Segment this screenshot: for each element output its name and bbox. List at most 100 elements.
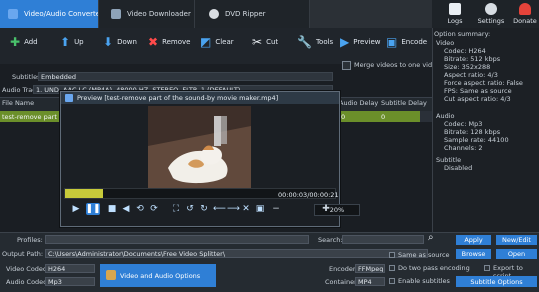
step-back-icon[interactable]: ⟵ (213, 204, 226, 214)
mute-icon[interactable]: ✕ (241, 204, 251, 214)
mark-in-icon[interactable]: ⟲ (135, 204, 145, 214)
summary-subtitle-heading: Subtitle (436, 156, 462, 164)
tab-dvd-ripper[interactable]: DVD Ripper (194, 0, 310, 28)
grid-col-audio-delay[interactable]: Audio Delay (339, 99, 378, 107)
zoom-value: 20% (329, 206, 345, 214)
audio-codec-select[interactable]: Mp3 (45, 277, 95, 286)
play-icon[interactable]: ▶ (71, 204, 81, 214)
summary-audio-item: Codec: Mp3 (444, 120, 483, 128)
video-codec-value: H264 (48, 265, 66, 273)
preview-window: Preview [test-remove part of the sound-b… (60, 91, 360, 227)
down-button[interactable]: ⬇ Down (103, 32, 137, 52)
summary-video-heading: Video (436, 39, 455, 47)
settings-button[interactable]: Settings (474, 0, 508, 28)
video-frame-image (148, 106, 251, 192)
same-as-source-label: Same as source (398, 251, 450, 259)
rewind-icon[interactable]: ◀ (121, 204, 131, 214)
encode-button[interactable]: ▣ Encode (386, 32, 427, 52)
export-script-checkbox[interactable] (484, 265, 490, 271)
snapshot-icon[interactable]: ▣ (255, 204, 265, 214)
clear-label: Clear (215, 38, 234, 46)
video-codec-select[interactable]: H264 (45, 264, 95, 273)
tools-label: Tools (315, 38, 334, 46)
cut-button[interactable]: ✂ Cut (252, 32, 278, 52)
arrow-down-icon: ⬇ (103, 35, 114, 49)
preview-title: Preview [test-remove part of the sound-b… (77, 94, 279, 102)
browse-label: Browse (461, 250, 486, 258)
tools-button[interactable]: 🔧 Tools (297, 32, 333, 52)
logs-button[interactable]: Logs (438, 0, 472, 28)
play-icon: ▶ (340, 35, 350, 49)
cut-label: Cut (266, 38, 279, 46)
skip-forward-icon[interactable]: ↻ (199, 204, 209, 214)
skip-back-icon[interactable]: ↺ (185, 204, 195, 214)
preview-progress-fill (65, 189, 103, 198)
summary-title: Option summary: (434, 30, 491, 38)
zoom-in-icon[interactable]: ✚ (321, 204, 331, 214)
encoder-select[interactable]: FFMpeg (355, 264, 385, 273)
profiles-select[interactable] (45, 235, 309, 244)
pause-button[interactable]: ❚❚ (85, 203, 101, 215)
summary-subtitle-item: Disabled (444, 164, 473, 172)
clear-button[interactable]: ◩ Clear (200, 32, 234, 52)
browse-button[interactable]: Browse (456, 249, 491, 259)
apply-button[interactable]: Apply (456, 235, 491, 245)
output-path-input[interactable]: C:\Users\Administrator\Documents\Free Vi… (45, 249, 428, 258)
preview-button[interactable]: ▶ Preview (340, 32, 380, 52)
summary-audio-item: Bitrate: 128 kbps (444, 128, 501, 136)
remove-button[interactable]: ✖ Remove (148, 32, 190, 52)
same-as-source-checkbox[interactable] (389, 252, 395, 258)
container-select[interactable]: MP4 (355, 277, 385, 286)
fullscreen-icon[interactable]: ⛶ (171, 204, 181, 214)
donate-button[interactable]: Donate (508, 0, 539, 28)
summary-audio-list: Codec: Mp3 Bitrate: 128 kbps Sample rate… (444, 120, 509, 152)
enable-subtitles-label: Enable subtitles (398, 277, 450, 285)
enable-subtitles-checkbox[interactable] (389, 278, 395, 284)
up-button[interactable]: ⬆ Up (60, 32, 84, 52)
add-label: Add (24, 38, 38, 46)
downloader-icon (111, 9, 121, 19)
tab-video-downloader[interactable]: Video Downloader (98, 0, 208, 28)
summary-video-item: FPS: Same as source (444, 87, 512, 95)
video-converter-icon (8, 9, 18, 19)
new-edit-label: New/Edit (502, 236, 531, 244)
search-icon[interactable]: ⌕ (428, 233, 438, 243)
row-audio-delay: 0 (341, 113, 346, 121)
tab-label: DVD Ripper (225, 10, 266, 18)
stop-icon[interactable]: ■ (107, 204, 117, 214)
row-subtitle-delay: 0 (381, 113, 386, 121)
grid-col-file-name[interactable]: File Name (2, 99, 34, 107)
new-edit-button[interactable]: New/Edit (496, 235, 537, 245)
subtitles-select[interactable]: Embedded (38, 72, 333, 81)
preview-titlebar[interactable]: Preview [test-remove part of the sound-b… (61, 92, 339, 104)
open-label: Open (507, 250, 526, 258)
search-input[interactable] (342, 235, 424, 244)
apply-label: Apply (464, 236, 483, 244)
two-pass-checkbox[interactable] (389, 265, 395, 271)
preview-label: Preview (353, 38, 381, 46)
summary-video-item: Size: 352x288 (444, 63, 491, 71)
merge-label: Merge videos to one video (354, 61, 441, 69)
open-button[interactable]: Open (496, 249, 537, 259)
dvd-icon (209, 9, 219, 19)
subtitles-value: Embedded (41, 73, 76, 81)
encode-icon: ▣ (386, 35, 398, 49)
summary-video-item: Force aspect ratio: False (444, 79, 523, 87)
step-forward-icon[interactable]: ⟶ (227, 204, 240, 214)
pause-icon: ❚❚ (85, 204, 101, 214)
two-pass-label: Do two pass encoding (398, 264, 470, 272)
audio-codec-label: Audio Codec: (6, 278, 49, 286)
subtitle-options-button[interactable]: Subtitle Options (456, 276, 537, 287)
arrow-up-icon: ⬆ (60, 35, 71, 49)
video-audio-options-button[interactable]: Video and Audio Options (100, 264, 216, 287)
remove-label: Remove (162, 38, 191, 46)
mark-out-icon[interactable]: ⟳ (149, 204, 159, 214)
zoom-out-icon[interactable]: − (271, 204, 281, 214)
add-button[interactable]: ✚ Add (10, 32, 38, 52)
grid-col-subtitle-delay[interactable]: Subtitle Delay (381, 99, 427, 107)
tab-video-audio-converter[interactable]: Video/Audio Converter (0, 0, 106, 28)
merge-checkbox[interactable] (342, 61, 351, 70)
logs-icon (449, 3, 461, 15)
encode-label: Encode (401, 38, 428, 46)
container-label: Container: (325, 278, 359, 286)
